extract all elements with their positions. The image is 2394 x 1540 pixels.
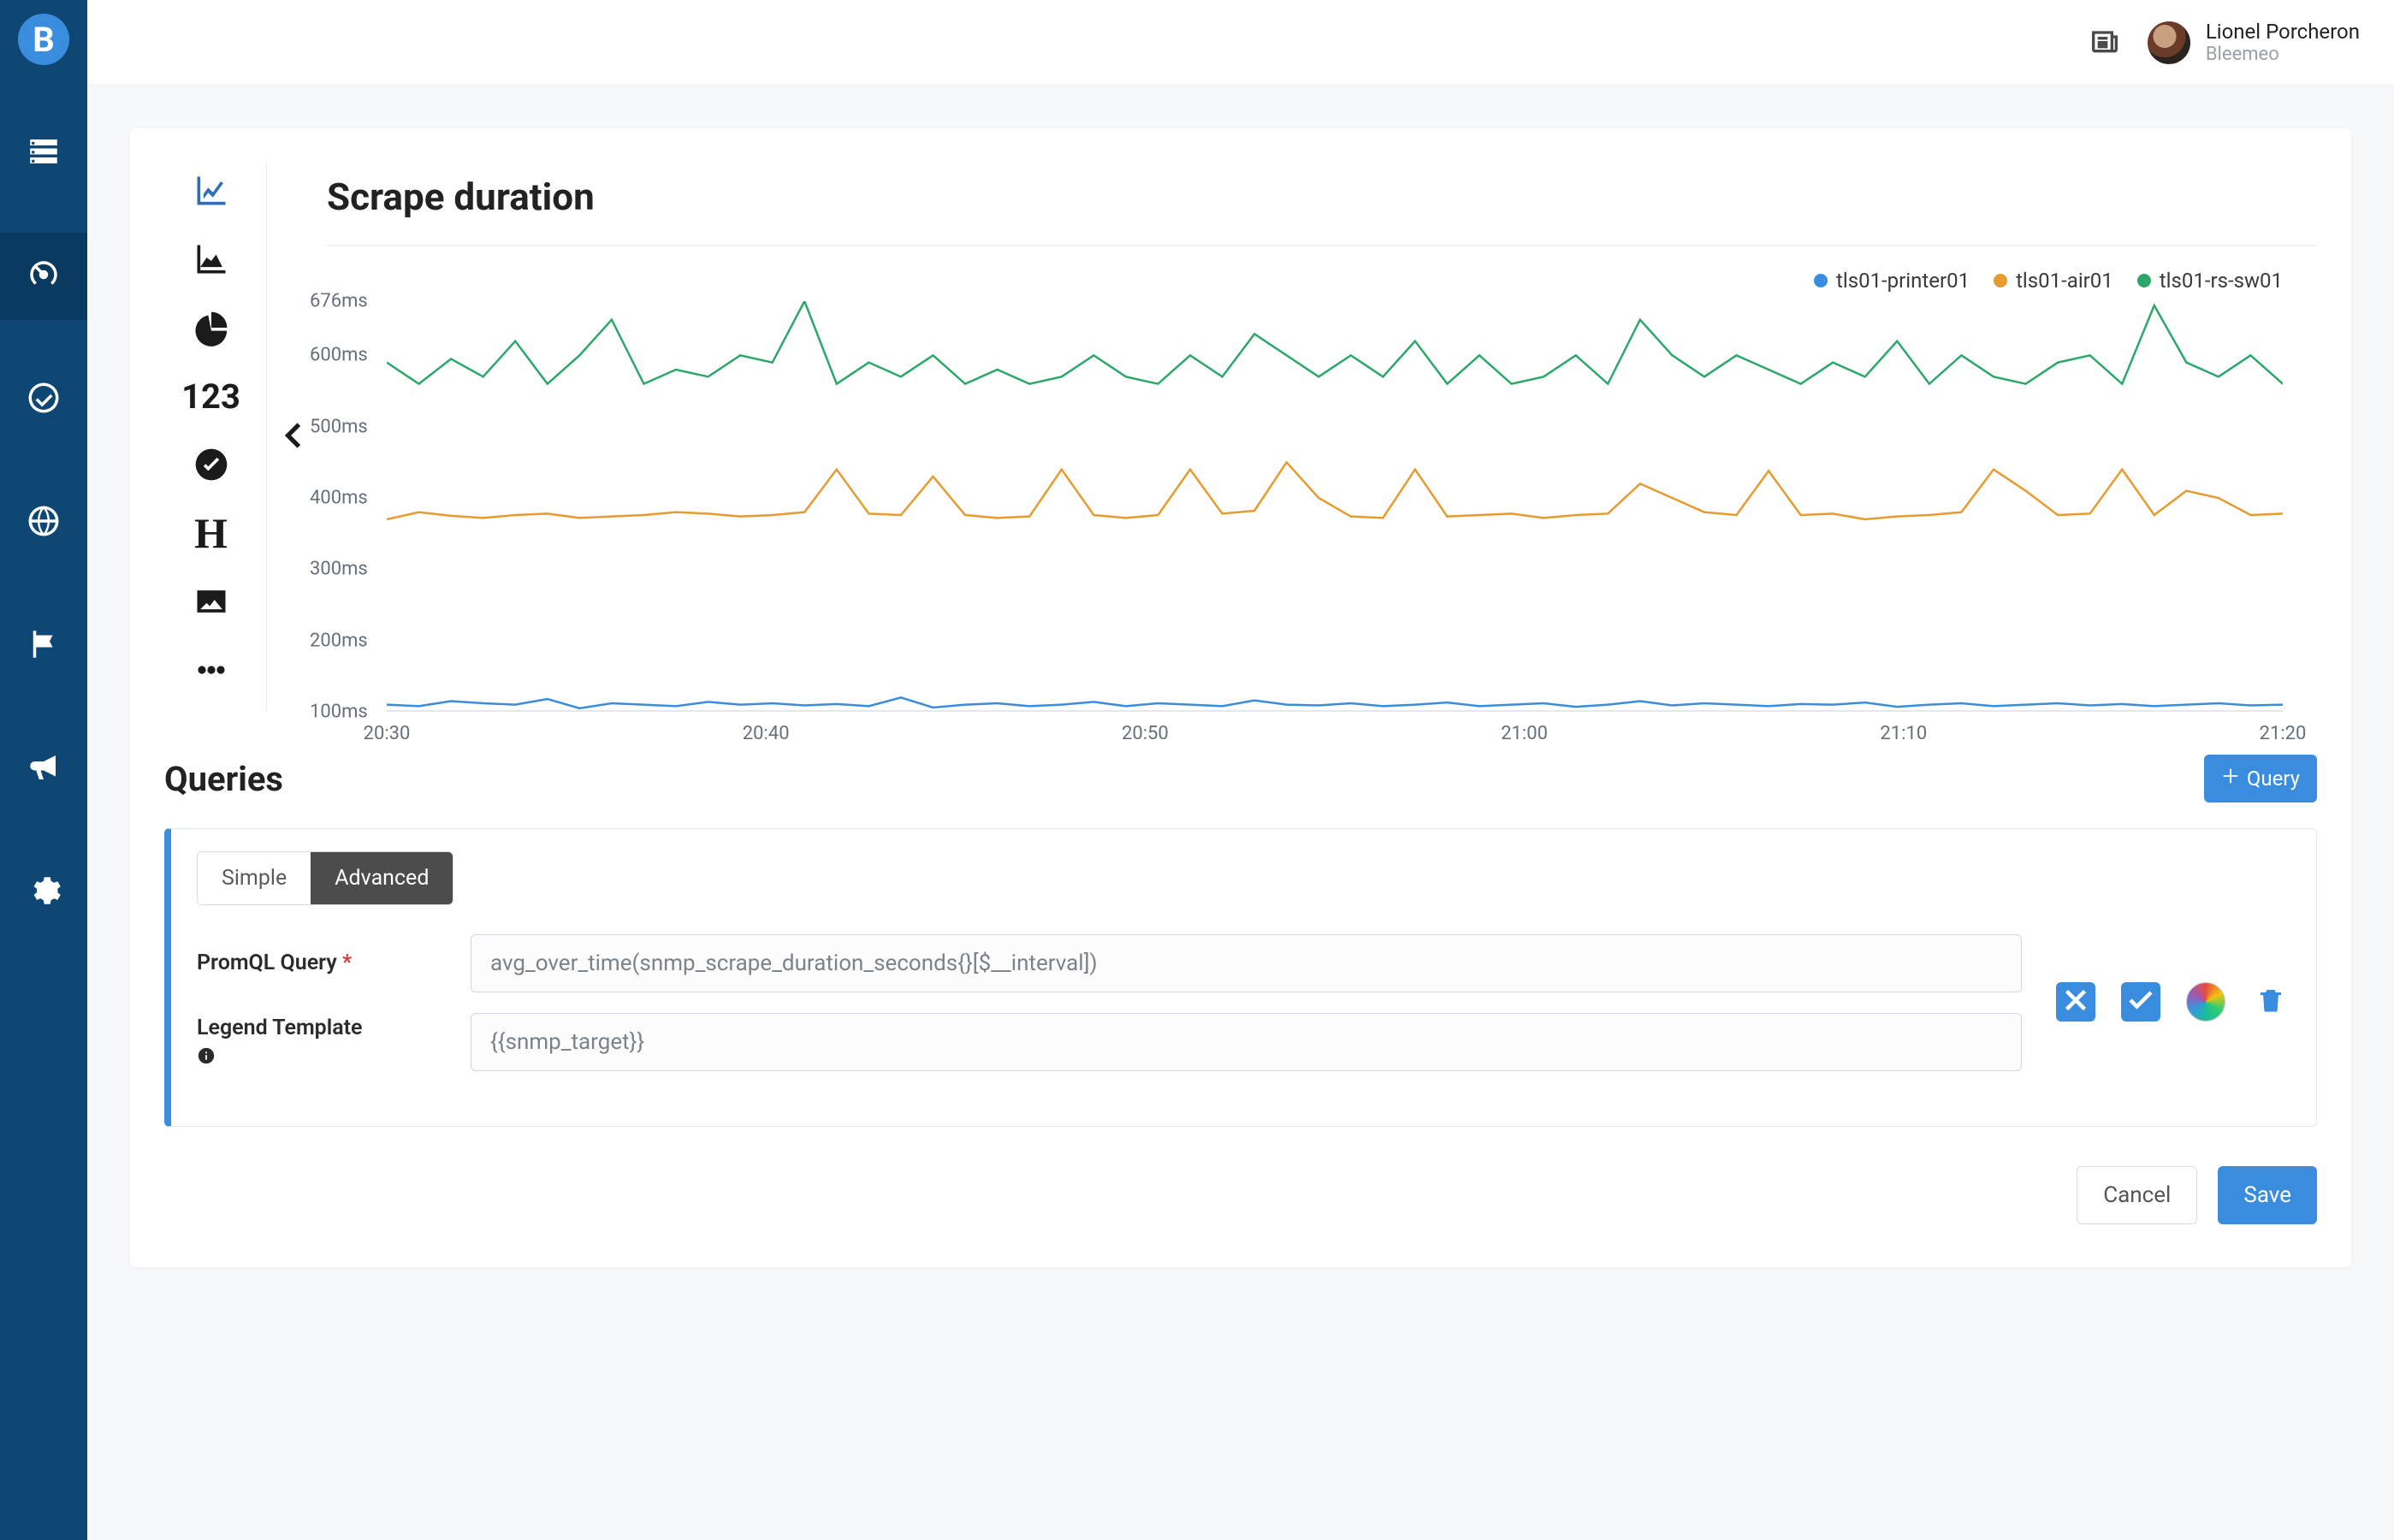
nav-settings[interactable]: [0, 849, 87, 936]
nav-dashboards[interactable]: [0, 233, 87, 320]
nav-flag[interactable]: [0, 602, 87, 690]
legend-dot-icon: [1994, 274, 2007, 287]
plus-icon: [2221, 767, 2240, 791]
nav-globe[interactable]: [0, 479, 87, 566]
query-color-picker[interactable]: [2186, 982, 2225, 1022]
query-cancel-button[interactable]: [2056, 982, 2095, 1022]
legend-dot-icon: [2137, 274, 2151, 287]
legend-item-2[interactable]: tls01-rs-sw01: [2137, 269, 2283, 293]
chevron-left-icon: [274, 417, 311, 458]
queries-heading: Queries: [164, 759, 283, 799]
viz-heading[interactable]: H: [181, 510, 241, 556]
check-icon: [2125, 985, 2156, 1019]
chart-legend: tls01-printer01 tls01-air01 tls01-rs-sw0…: [327, 269, 2317, 301]
viz-pie-chart[interactable]: [181, 305, 241, 351]
footer-actions: Cancel Save: [164, 1166, 2317, 1224]
user-menu[interactable]: Lionel Porcheron Bleemeo: [2148, 20, 2360, 65]
viz-more[interactable]: [181, 647, 241, 693]
bullhorn-icon: [26, 749, 62, 789]
viz-number[interactable]: 123: [181, 373, 241, 419]
query-delete-button[interactable]: [2251, 982, 2290, 1022]
add-query-label: Query: [2247, 767, 2300, 791]
nav-announce[interactable]: [0, 726, 87, 813]
topbar: Lionel Porcheron Bleemeo: [87, 0, 2394, 86]
viz-type-picker: 123 H: [164, 163, 267, 712]
legend-item-1[interactable]: tls01-air01: [1994, 269, 2113, 293]
gauge-icon: [26, 257, 62, 296]
cancel-button[interactable]: Cancel: [2077, 1166, 2197, 1224]
newspaper-icon: [2088, 45, 2122, 62]
avatar: [2148, 21, 2190, 64]
legend-template-input[interactable]: [471, 1013, 2022, 1071]
server-icon: [26, 133, 62, 173]
tab-advanced[interactable]: Advanced: [311, 852, 453, 904]
viz-area-chart[interactable]: [181, 236, 241, 282]
legend-item-0[interactable]: tls01-printer01: [1814, 269, 1970, 293]
info-icon: [197, 1043, 216, 1068]
gear-icon: [26, 873, 62, 912]
viz-image[interactable]: [181, 578, 241, 625]
query-block: Simple Advanced PromQL Query * Legend Te: [164, 828, 2317, 1127]
viz-line-chart[interactable]: [181, 168, 241, 214]
query-mode-tabs: Simple Advanced: [197, 851, 453, 905]
promql-input[interactable]: [471, 934, 2022, 992]
check-circle-icon: [26, 380, 62, 419]
main-nav-sidebar: B: [0, 0, 87, 1540]
flag-icon: [26, 626, 62, 666]
widget-editor-card: 123 H: [130, 128, 2351, 1267]
globe-icon: [26, 503, 62, 542]
user-org: Bleemeo: [2206, 44, 2360, 65]
query-confirm-button[interactable]: [2121, 982, 2160, 1022]
promql-label: PromQL Query *: [197, 950, 436, 978]
x-icon: [2060, 985, 2091, 1019]
legend-template-label: Legend Template: [197, 1015, 436, 1070]
query-actions: [2056, 851, 2290, 1092]
save-button[interactable]: Save: [2218, 1166, 2317, 1224]
user-name: Lionel Porcheron: [2206, 20, 2360, 44]
chart-plot[interactable]: 676ms600ms500ms400ms300ms200ms100ms20:30…: [387, 301, 2283, 712]
legend-dot-icon: [1814, 274, 1828, 287]
viz-single-stat[interactable]: [181, 441, 241, 488]
add-query-button[interactable]: Query: [2204, 755, 2317, 803]
nav-servers[interactable]: [0, 110, 87, 197]
news-button[interactable]: [2088, 24, 2122, 62]
tab-simple[interactable]: Simple: [198, 852, 311, 904]
brand-logo[interactable]: B: [18, 14, 69, 65]
trash-icon: [2255, 985, 2286, 1019]
nav-status[interactable]: [0, 356, 87, 443]
chart-title: Scrape duration: [327, 163, 2317, 246]
